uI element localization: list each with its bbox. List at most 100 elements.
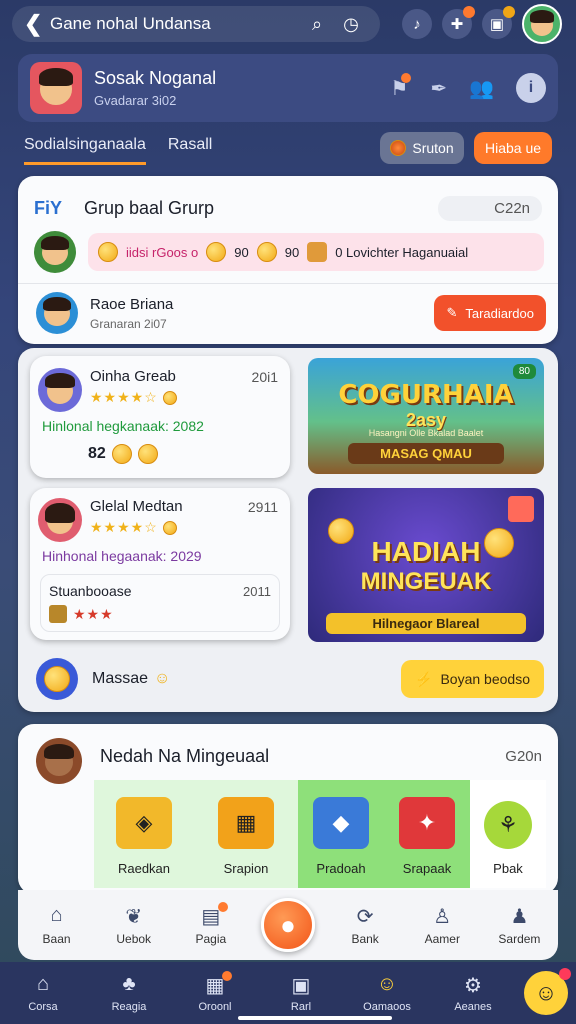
friends-icon[interactable]: 👥 — [469, 76, 494, 101]
shop-item[interactable]: ✦ Srapaak — [384, 780, 470, 888]
leaf-icon: ❦ — [125, 906, 143, 928]
post-card[interactable]: Oinha Greab 20i1 ★★★★☆ Hinlonal hegkanaak… — [30, 356, 290, 478]
profile-avatar — [30, 62, 82, 114]
coin-icon — [256, 242, 277, 262]
tab-games[interactable]: ☺ Oamaoos — [352, 973, 422, 1013]
nav-label: Bank — [351, 932, 379, 946]
action-button-label: Hiaba ue — [484, 140, 542, 156]
banner-title: COGURHAIA — [338, 380, 514, 410]
notification-dot — [463, 6, 475, 18]
nav-rank[interactable]: ⟳ Bank — [330, 904, 400, 946]
back-arrow-icon[interactable]: ❮ — [24, 11, 50, 37]
nav-members[interactable]: ♙ Aamer — [407, 904, 477, 946]
banner-small-text: Hasangni Olle Bkalad Baalet — [368, 428, 484, 438]
search-icon[interactable]: ⌕ — [300, 14, 334, 35]
shop-item-label: Srapion — [223, 861, 269, 876]
tab-label: Corsa — [28, 1001, 58, 1013]
group-icon: ♣ — [122, 973, 136, 995]
music-icon[interactable]: ♪ — [402, 9, 432, 39]
member-name: Raoe Briana — [90, 295, 174, 313]
coin-icon — [137, 444, 158, 464]
emoji-fab-icon[interactable]: ☺ — [524, 968, 571, 1015]
reply-box[interactable]: Stuanbooase 2011 ★★★ — [40, 574, 280, 632]
profile-card[interactable]: Sosak Noganal Gvadarar 3i02 ⚑ ✒ 👥 i — [18, 54, 558, 122]
banner-footer: Hilnegaor Blareal — [326, 613, 526, 634]
nav-pages[interactable]: ▤ Pagia — [176, 902, 246, 946]
stat-value: 90 — [234, 244, 249, 260]
rating-stars: ★★★ — [73, 605, 114, 622]
tab-store[interactable]: ▣ Rarl — [266, 973, 336, 1013]
shop-item[interactable]: ◆ Pradoah — [298, 780, 384, 888]
stat-label: iidsi rGoos o — [126, 244, 199, 260]
massage-button[interactable]: ⚡ Boyan beodso — [401, 660, 544, 698]
shop-item-label: Raedkan — [117, 861, 171, 876]
leaf-coin-icon: ⚘ — [484, 801, 532, 849]
coin-icon — [206, 242, 227, 262]
banner-title-2: MINGEUAK — [360, 568, 492, 595]
post-text: Hinhonal hegaanak: 2029 — [42, 548, 202, 564]
gear-icon: ⚙ — [464, 975, 482, 997]
shop-item[interactable]: ◈ Raedkan — [94, 780, 194, 888]
user-avatar[interactable] — [522, 4, 562, 44]
home-icon: ⌂ — [36, 973, 50, 995]
shop-item[interactable]: ⚘ Pbak — [470, 780, 546, 888]
tab-home[interactable]: ⌂ Corsa — [8, 973, 78, 1013]
clock-icon[interactable]: ◷ — [334, 14, 368, 35]
tab-groups[interactable]: ♣ Reagia — [94, 973, 164, 1013]
event-banner[interactable]: 80 COGURHAIA 2asy Hasangni Olle Bkalad B… — [308, 358, 544, 474]
tab-social[interactable]: Sodialsinganaala — [24, 136, 146, 165]
member-avatar — [36, 292, 78, 334]
person-icon: ♙ — [433, 906, 452, 928]
action-button[interactable]: Hiaba ue — [474, 132, 552, 164]
emoji-icon: ☺ — [376, 973, 398, 995]
stat-label: 0 Lovichter Haganuaial — [335, 244, 469, 260]
user-icon: ♟ — [510, 906, 529, 928]
search-bar[interactable]: ❮ Gane nohal Undansa ⌕ ◷ — [12, 6, 380, 42]
nav-home[interactable]: ⌂ Baan — [22, 904, 92, 946]
group-time: C22n — [438, 196, 542, 221]
post-text: Hinlonal hegkanaak: 2082 — [42, 418, 204, 434]
box-icon — [307, 242, 328, 262]
tab-label: Oamaoos — [363, 1001, 411, 1013]
member-subtitle: Granaran 2i07 — [90, 316, 167, 331]
tab-label: Aeanes — [454, 1001, 492, 1013]
post-avatar — [38, 368, 82, 412]
nav-center[interactable]: ● — [253, 898, 323, 952]
nav-feed[interactable]: ❦ Uebok — [99, 904, 169, 946]
treasure-icon: ◈ — [116, 797, 172, 849]
shop-item-label: Srapaak — [402, 861, 452, 876]
nav-label: Aamer — [424, 932, 460, 946]
tab-calendar[interactable]: ▦ Oroonl — [180, 971, 250, 1013]
badge-icon: ◆ — [313, 797, 369, 849]
gamepad-icon[interactable]: ✚ — [442, 6, 475, 39]
card-icon: ✦ — [399, 797, 455, 849]
shop-card: Nedah Na Mingeuaal G20n ◈ Raedkan ▦ Srap… — [18, 724, 558, 894]
tab-rasall[interactable]: Rasall — [168, 136, 212, 165]
reply-thumb-icon — [49, 605, 67, 623]
member-action-button[interactable]: ✎ Taradiardoo — [434, 295, 546, 331]
smile-icon: ☺ — [154, 670, 171, 687]
feather-icon[interactable]: ✒ — [430, 76, 447, 101]
shop-time: G20n — [505, 747, 542, 765]
group-avatar — [34, 231, 76, 273]
info-icon[interactable]: i — [516, 73, 546, 103]
post-count: 82 — [88, 445, 106, 462]
nav-label: Pagia — [195, 932, 227, 946]
page-title: Gane nohal Undansa — [50, 14, 211, 33]
banner-badge: 80 — [512, 364, 536, 379]
shop-item[interactable]: ▦ Srapion — [194, 780, 298, 888]
shop-item-label: Pradoah — [316, 861, 366, 876]
weekly-reward-banner[interactable]: HADIAH MINGEUAK Hilnegaor Blareal — [308, 488, 544, 642]
profile-subtitle: Gvadarar 3i02 — [94, 93, 177, 108]
post-card[interactable]: Glelal Medtan 2911 ★★★★☆ Hinhonal hegaana… — [30, 488, 290, 640]
refresh-icon: ⟳ — [356, 906, 374, 928]
rating-stars: ★★★★☆ — [90, 389, 278, 406]
center-action-icon: ● — [260, 898, 315, 952]
tab-settings[interactable]: ⚙ Aeanes — [438, 973, 508, 1013]
group-stats-bar: iidsi rGoos o 90 90 0 Lovichter Haganuai… — [88, 233, 544, 271]
inbox-icon[interactable]: ▣ — [482, 6, 515, 39]
status-button[interactable]: Sruton — [380, 132, 464, 164]
nav-profile[interactable]: ♟ Sardem — [484, 904, 554, 946]
store-icon: ▣ — [291, 975, 311, 997]
flag-icon[interactable]: ⚑ — [390, 72, 412, 101]
